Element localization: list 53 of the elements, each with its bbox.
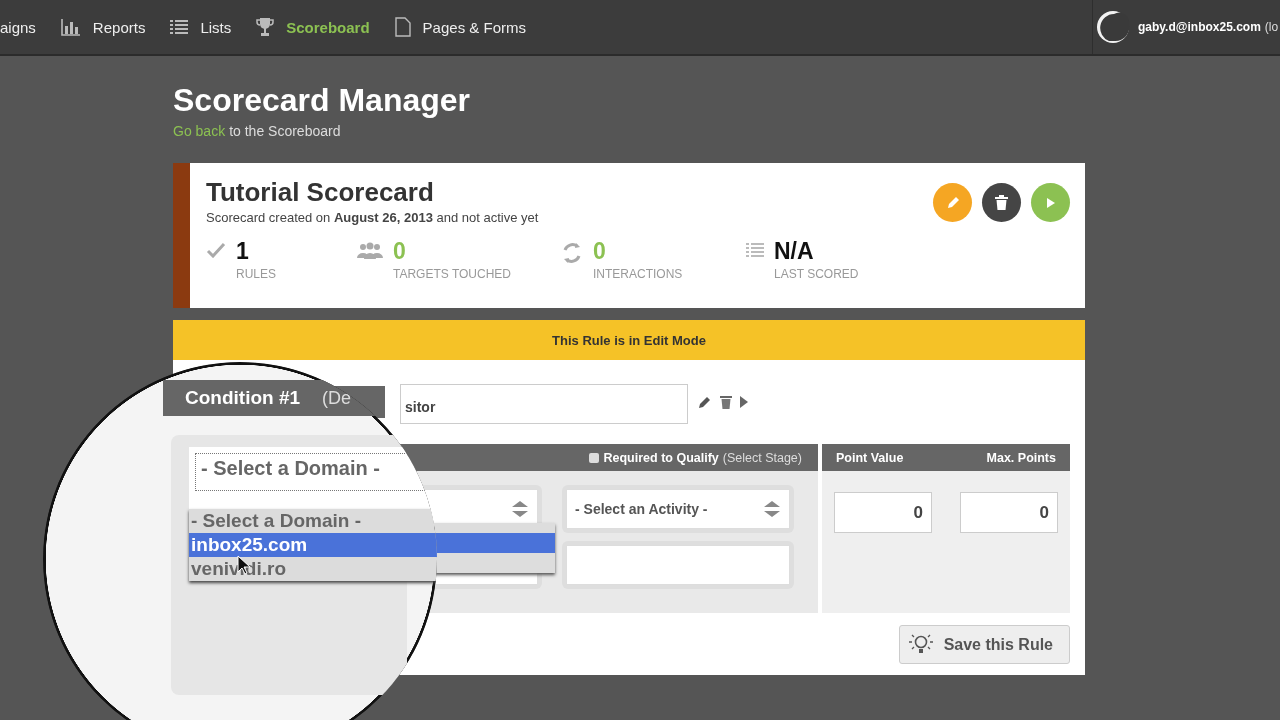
- dropdown-option[interactable]: inbox25.com: [189, 533, 437, 557]
- avatar-icon: [1096, 10, 1130, 44]
- stat-label: RULES: [236, 267, 276, 281]
- condition-name-field[interactable]: sitor: [400, 384, 688, 424]
- sort-arrows-icon: [511, 500, 529, 518]
- nav-item[interactable]: Reports: [60, 18, 146, 36]
- user-email[interactable]: gaby.d@inbox25.com: [1138, 20, 1261, 34]
- trash-icon[interactable]: [720, 395, 732, 409]
- play-icon: [1045, 196, 1056, 209]
- max-points-field[interactable]: 0: [960, 492, 1058, 533]
- cycle-icon: [561, 242, 583, 264]
- column-header: Point Value: [836, 450, 904, 465]
- checkbox[interactable]: [589, 452, 600, 463]
- scorecard-title: Tutorial Scorecard: [206, 177, 435, 208]
- go-back-link[interactable]: Go back: [173, 123, 226, 139]
- edit-mode-banner: This Rule is in Edit Mode: [173, 320, 1085, 360]
- condition-description: (De: [322, 387, 352, 409]
- nav-item[interactable]: aigns: [0, 18, 36, 36]
- stat-value: 0: [393, 239, 407, 263]
- stat-label: INTERACTIONS: [593, 267, 683, 281]
- trophy-icon: [256, 17, 275, 37]
- scorecard-subtitle: Scorecard created on August 26, 2013 and not active yet: [206, 210, 539, 225]
- sort-arrows-icon: [763, 500, 781, 518]
- stat-value: 1: [236, 239, 250, 263]
- pencil-icon: [945, 195, 960, 210]
- play-icon[interactable]: [740, 396, 748, 408]
- chart-icon: [60, 18, 81, 36]
- select-stage-link[interactable]: (Select Stage): [722, 450, 802, 465]
- page-icon: [394, 17, 411, 37]
- condition-title: Condition #1: [185, 387, 301, 409]
- logout-link[interactable]: (lo: [1264, 20, 1279, 34]
- stat-label: LAST SCORED: [774, 267, 859, 281]
- nav-item[interactable]: Scoreboard: [256, 17, 370, 37]
- subtitle-text: to the Scoreboard: [229, 123, 341, 139]
- text-field[interactable]: [566, 545, 790, 585]
- people-icon: [357, 242, 383, 260]
- page-title: Scorecard Manager: [173, 82, 471, 119]
- trash-button[interactable]: [982, 183, 1021, 222]
- stat-value: N/A: [774, 239, 815, 263]
- activity-select[interactable]: - Select an Activity -: [566, 489, 790, 529]
- pencil-icon[interactable]: [698, 395, 712, 409]
- point-value-field[interactable]: 0: [834, 492, 932, 533]
- trash-icon: [995, 195, 1008, 210]
- stat-value: 0: [593, 239, 607, 263]
- stat-label: TARGETS TOUCHED: [393, 267, 511, 281]
- check-icon: [206, 242, 226, 258]
- nav-item[interactable]: Lists: [170, 18, 232, 36]
- list-icon: [170, 19, 189, 35]
- save-rule-button[interactable]: Save this Rule: [898, 625, 1070, 664]
- column-header: Max. Points: [986, 450, 1056, 465]
- required-label: Required to Qualify: [603, 450, 719, 465]
- list-icon: [746, 242, 764, 258]
- nav-item[interactable]: Pages & Forms: [394, 17, 526, 37]
